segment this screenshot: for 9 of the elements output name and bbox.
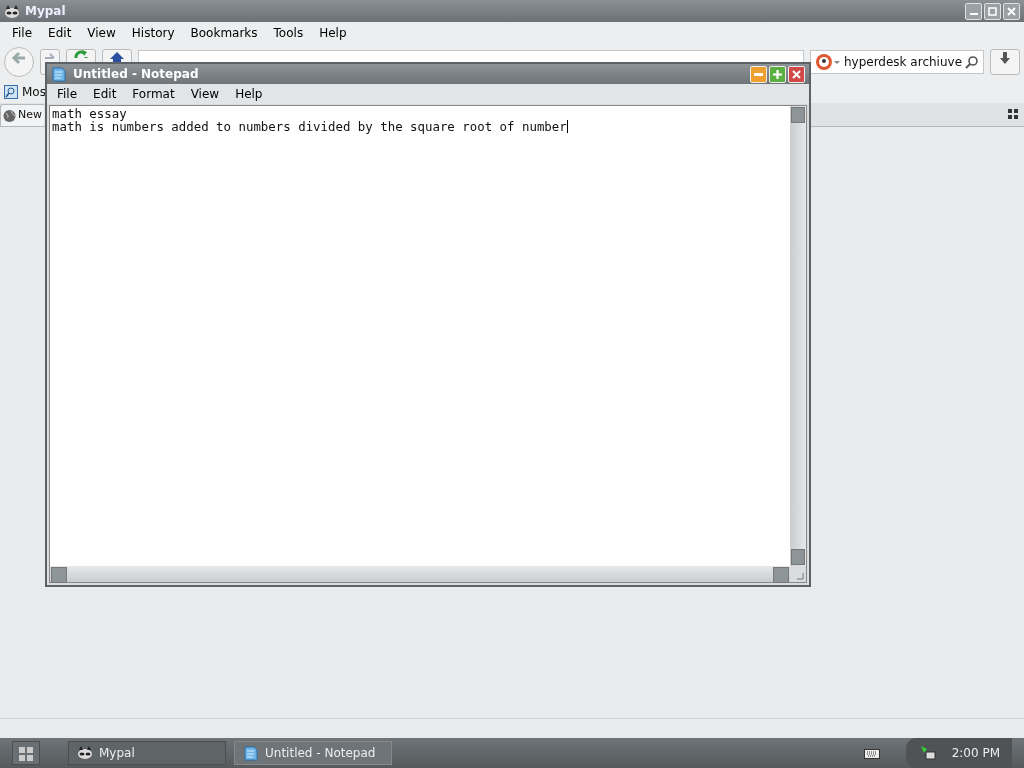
clock: 2:00 PM [951,745,1000,762]
text-line: math is numbers added to numbers divided by the square root of number [52,120,568,133]
task-label: Untitled - Notepad [265,745,376,762]
tab-label: New [18,107,42,124]
window-title: Untitled - Notepad [73,66,199,83]
window-title: Mypal [25,3,66,20]
text-line: math essay [52,107,127,120]
search-text: hyperdesk archiuve [843,54,963,71]
task-label: Mypal [99,745,135,762]
